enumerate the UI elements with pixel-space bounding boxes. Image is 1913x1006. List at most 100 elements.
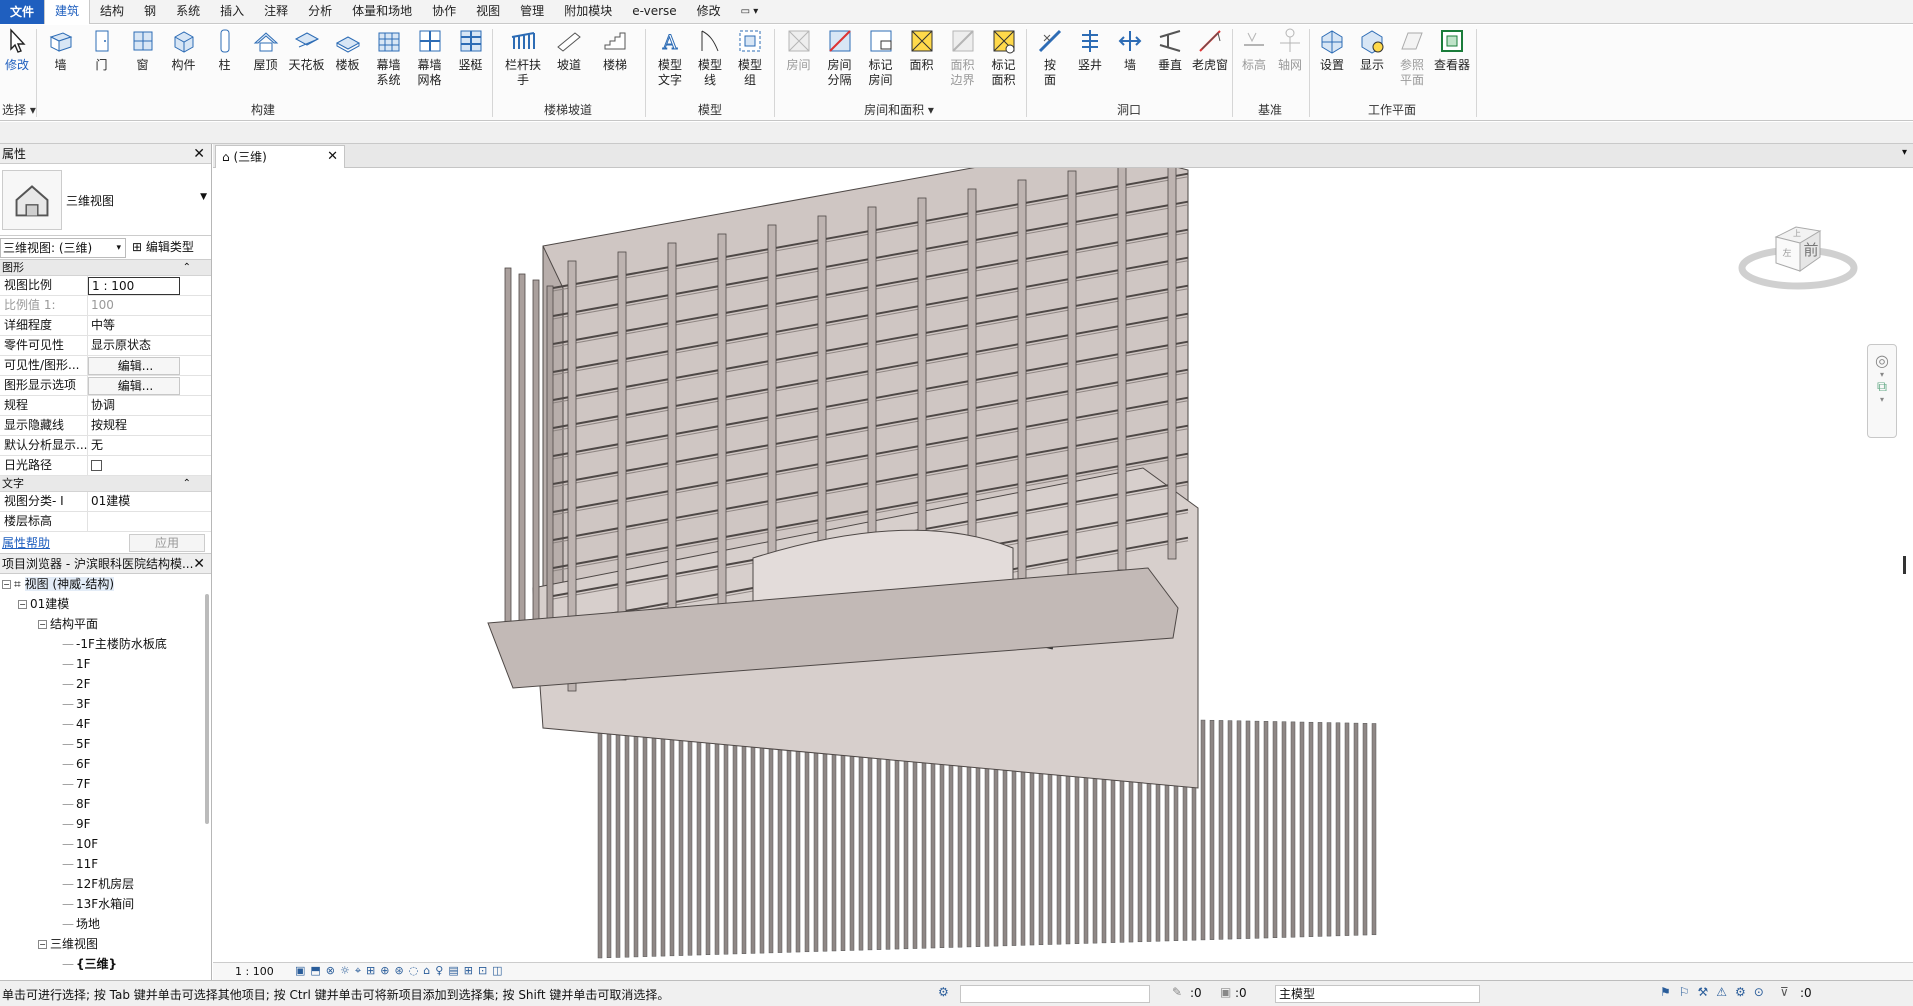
model-group-button[interactable]: 模型 组: [730, 27, 770, 88]
dormer-button[interactable]: 老虎窗: [1190, 27, 1230, 73]
apply-button[interactable]: 应用: [129, 534, 205, 552]
curtain-grid-button[interactable]: 幕墙 网格: [409, 27, 450, 88]
property-value-cell[interactable]: 按规程: [88, 416, 180, 435]
group-text[interactable]: 文字 ⌃: [0, 476, 211, 492]
stair-button[interactable]: 楼梯: [592, 27, 638, 73]
tree-level-item[interactable]: —8F: [0, 794, 211, 814]
close-icon[interactable]: ✕: [327, 146, 338, 168]
model-line-button[interactable]: 模型 线: [690, 27, 730, 88]
wall-button[interactable]: 墙: [40, 27, 81, 73]
tree-level-item[interactable]: —6F: [0, 754, 211, 774]
room-button[interactable]: 房间: [778, 27, 819, 73]
tree-level-item[interactable]: —4F: [0, 714, 211, 734]
tab-0[interactable]: 建筑: [44, 0, 91, 24]
tree-3d-views[interactable]: − 三维视图: [0, 934, 211, 954]
by-face-button[interactable]: 按 面: [1030, 27, 1070, 88]
tree-level-item[interactable]: —5F: [0, 734, 211, 754]
tab-2[interactable]: 钢: [134, 0, 166, 23]
property-value-cell[interactable]: [88, 456, 180, 475]
tab-3[interactable]: 系统: [166, 0, 210, 23]
panel-room-title[interactable]: 房间和面积 ▾: [774, 101, 1024, 119]
tree-level-item[interactable]: —13F水箱间: [0, 894, 211, 914]
filter-icon[interactable]: ⊽: [1780, 985, 1789, 999]
mullion-button[interactable]: 竖梃: [450, 27, 491, 73]
level-button[interactable]: 标高: [1236, 27, 1272, 73]
ceiling-button[interactable]: 天花板: [286, 27, 327, 73]
chevron-down-icon[interactable]: ▼: [200, 192, 207, 202]
tree-level-item[interactable]: —9F: [0, 814, 211, 834]
selection-filter-icons[interactable]: ⚑⚐⚒⚠⚙⊙: [1660, 985, 1772, 999]
tree-level-item[interactable]: —2F: [0, 674, 211, 694]
ramp-button[interactable]: 坡道: [546, 27, 592, 73]
vertical-button[interactable]: 垂直: [1150, 27, 1190, 73]
property-value-cell[interactable]: 编辑...: [88, 377, 180, 395]
tree-level-item[interactable]: —7F: [0, 774, 211, 794]
area-button[interactable]: 面积: [901, 27, 942, 73]
tree-level-item[interactable]: — 场地: [0, 914, 211, 934]
collapse-toggle-icon[interactable]: −: [38, 940, 47, 949]
railing-button[interactable]: 栏杆扶手: [500, 27, 546, 88]
close-icon[interactable]: ✕: [193, 554, 205, 574]
view-control-icons[interactable]: ▣⬒⊗☼⌖⊞⊕⊛◌⌂♀▤⊞⊡◫: [295, 964, 508, 978]
tree-level-item[interactable]: —1F: [0, 654, 211, 674]
tab-11[interactable]: 附加模块: [554, 0, 622, 23]
tab-6[interactable]: 分析: [298, 0, 342, 23]
close-icon[interactable]: ✕: [193, 144, 205, 164]
tree-level-item[interactable]: — -1F主楼防水板底: [0, 634, 211, 654]
3d-view-canvas[interactable]: 前 上 左 ◎ ▾ ⧉ ▾: [213, 145, 1913, 962]
tree-current-3d[interactable]: — {三维}: [0, 954, 211, 974]
tab-8[interactable]: 协作: [422, 0, 466, 23]
ref-plane-button[interactable]: 参照 平面: [1392, 27, 1432, 88]
show-button[interactable]: 显示: [1352, 27, 1392, 73]
property-value-cell[interactable]: 协调: [88, 396, 180, 415]
property-value-cell[interactable]: 01建模: [88, 492, 180, 511]
editable-only-icon[interactable]: ▣: [1220, 985, 1231, 999]
chevron-down-icon[interactable]: ▾: [1868, 370, 1896, 379]
tag-room-button[interactable]: 标记 房间: [860, 27, 901, 88]
tree-level-item[interactable]: —10F: [0, 834, 211, 854]
group-graphics[interactable]: 图形 ⌃: [0, 260, 211, 276]
qat-toggle-icon[interactable]: ▭ ▾: [731, 0, 769, 24]
tab-1[interactable]: 结构: [90, 0, 134, 23]
tree-structural-plans[interactable]: − 结构平面: [0, 614, 211, 634]
shaft-button[interactable]: 竖井: [1070, 27, 1110, 73]
tab-12[interactable]: e-verse: [622, 0, 686, 23]
grid-button[interactable]: 轴网: [1272, 27, 1308, 73]
tree-root[interactable]: − ⌗ 视图 (神威-结构): [0, 574, 211, 594]
area-boundary-button[interactable]: 面积 边界: [942, 27, 983, 88]
tab-10[interactable]: 管理: [510, 0, 554, 23]
tag-area-button[interactable]: 标记 面积: [983, 27, 1024, 88]
set-button[interactable]: 设置: [1312, 27, 1352, 73]
zoom-region-icon[interactable]: ⧉: [1868, 379, 1896, 395]
wall-opening-button[interactable]: 墙: [1110, 27, 1150, 73]
edit-type-button[interactable]: ⊞ 编辑类型: [132, 238, 194, 258]
model-text-button[interactable]: A 模型 文字: [650, 27, 690, 88]
tab-4[interactable]: 插入: [210, 0, 254, 23]
room-separator-button[interactable]: 房间 分隔: [819, 27, 860, 88]
floor-button[interactable]: 楼板: [327, 27, 368, 73]
design-options-icon[interactable]: ✎: [1172, 985, 1182, 999]
property-value-cell[interactable]: 1 : 100: [88, 277, 180, 295]
worksets-icon[interactable]: ⚙: [938, 985, 949, 999]
view-instance-dropdown[interactable]: 三维视图: (三维) ▾: [0, 238, 126, 258]
scrollbar-thumb[interactable]: [1903, 556, 1906, 574]
curtain-system-button[interactable]: 幕墙 系统: [368, 27, 409, 88]
tab-3d-view[interactable]: ⌂ (三维) ✕: [215, 145, 345, 168]
view-scale[interactable]: 1 : 100: [235, 965, 274, 978]
property-value-cell[interactable]: 编辑...: [88, 357, 180, 375]
chevron-down-icon[interactable]: ▾: [1868, 395, 1896, 404]
property-value-cell[interactable]: [88, 512, 180, 531]
roof-button[interactable]: 屋顶: [245, 27, 286, 73]
sun-path-checkbox[interactable]: [91, 460, 102, 471]
tab-13[interactable]: 修改: [687, 0, 731, 23]
tree-level-item[interactable]: —12F机房层: [0, 874, 211, 894]
collapse-toggle-icon[interactable]: −: [38, 620, 47, 629]
property-value-cell[interactable]: 显示原状态: [88, 336, 180, 355]
tree-level-item[interactable]: —11F: [0, 854, 211, 874]
properties-help-link[interactable]: 属性帮助: [2, 532, 50, 554]
tree-group[interactable]: −01建模: [0, 594, 211, 614]
collapse-toggle-icon[interactable]: −: [2, 580, 11, 589]
tab-list-icon[interactable]: ▾: [1902, 147, 1907, 158]
file-menu[interactable]: 文件: [0, 0, 45, 24]
property-value-cell[interactable]: 100: [88, 296, 180, 315]
